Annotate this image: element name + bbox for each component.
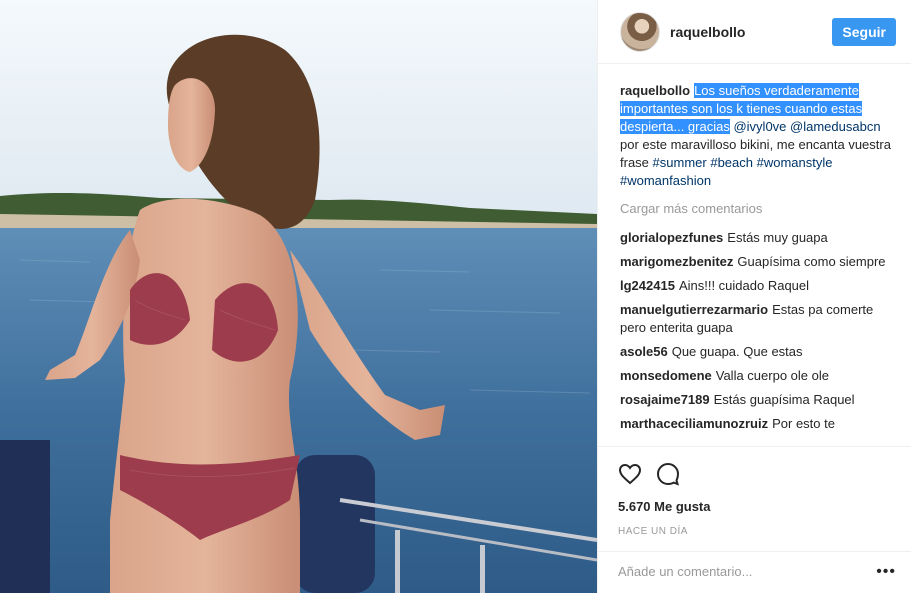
comments-section[interactable]: raquelbollo Los sueños verdaderamente imp… bbox=[598, 64, 911, 446]
post-photo-illustration bbox=[0, 0, 597, 593]
avatar[interactable] bbox=[620, 11, 660, 52]
comment-text: Valla cuerpo ole ole bbox=[715, 368, 829, 383]
comment-text: Guapísima como siempre bbox=[737, 254, 886, 269]
comment-username[interactable]: rosajaime7189 bbox=[620, 392, 710, 407]
caption-mention-ivyl0ve[interactable]: @ivyl0ve bbox=[733, 119, 786, 134]
comment-item: manuelgutierrezarmario Estas pa comerte p… bbox=[620, 301, 896, 337]
comment-item: marigomezbenitez Guapísima como siempre bbox=[620, 253, 896, 271]
comment-text: Por esto te bbox=[772, 416, 835, 431]
post-side-panel: raquelbollo Seguir raquelbollo Los sueños… bbox=[597, 0, 911, 593]
more-options-icon[interactable]: ••• bbox=[876, 563, 896, 581]
post-timestamp[interactable]: HACE UN DÍA bbox=[618, 526, 896, 537]
comment-text: Que guapa. Que estas bbox=[671, 344, 803, 359]
speech-bubble-icon[interactable] bbox=[656, 462, 680, 486]
post-actions: 5.670 Me gusta HACE UN DÍA ••• bbox=[598, 446, 911, 596]
comment-item: rosajaime7189 Estás guapísima Raquel bbox=[620, 391, 896, 409]
post-photo[interactable] bbox=[0, 0, 597, 593]
comment-item: monsedomene Valla cuerpo ole ole bbox=[620, 367, 896, 385]
comment-input[interactable] bbox=[618, 564, 876, 579]
caption-username[interactable]: raquelbollo bbox=[620, 83, 690, 98]
action-icons bbox=[618, 459, 896, 489]
post-header: raquelbollo Seguir bbox=[598, 0, 911, 64]
post-caption: raquelbollo Los sueños verdaderamente imp… bbox=[620, 82, 896, 190]
hashtag-summer[interactable]: #summer bbox=[653, 155, 707, 170]
load-more-comments-link[interactable]: Cargar más comentarios bbox=[620, 200, 896, 218]
comment-username[interactable]: asole56 bbox=[620, 344, 668, 359]
comment-username[interactable]: lg242415 bbox=[620, 278, 675, 293]
hashtag-womanfashion[interactable]: #womanfashion bbox=[620, 173, 711, 188]
comment-item: lg242415 Ains!!! cuidado Raquel bbox=[620, 277, 896, 295]
add-comment-bar: ••• bbox=[598, 551, 911, 591]
hashtag-womanstyle[interactable]: #womanstyle bbox=[757, 155, 833, 170]
instagram-post: raquelbollo Seguir raquelbollo Los sueños… bbox=[0, 0, 911, 593]
likes-count[interactable]: 5.670 Me gusta bbox=[618, 499, 896, 514]
comment-username[interactable]: marigomezbenitez bbox=[620, 254, 733, 269]
hashtag-beach[interactable]: #beach bbox=[710, 155, 753, 170]
heart-icon[interactable] bbox=[618, 462, 642, 486]
comment-username[interactable]: marthaceciliamunozruiz bbox=[620, 416, 768, 431]
comment-text: Estás muy guapa bbox=[727, 230, 828, 245]
comment-item: glorialopezfunes Estás muy guapa bbox=[620, 229, 896, 247]
comment-text: Estás guapísima Raquel bbox=[713, 392, 855, 407]
comment-username[interactable]: glorialopezfunes bbox=[620, 230, 723, 245]
caption-mention-lamedusabcn[interactable]: @lamedusabcn bbox=[790, 119, 881, 134]
follow-button[interactable]: Seguir bbox=[832, 17, 896, 46]
comment-username[interactable]: monsedomene bbox=[620, 368, 712, 383]
comment-item: marthaceciliamunozruiz Por esto te bbox=[620, 415, 896, 433]
comment-item: asole56 Que guapa. Que estas bbox=[620, 343, 896, 361]
header-username[interactable]: raquelbollo bbox=[670, 24, 832, 40]
comment-username[interactable]: manuelgutierrezarmario bbox=[620, 302, 768, 317]
comment-text: Ains!!! cuidado Raquel bbox=[678, 278, 810, 293]
